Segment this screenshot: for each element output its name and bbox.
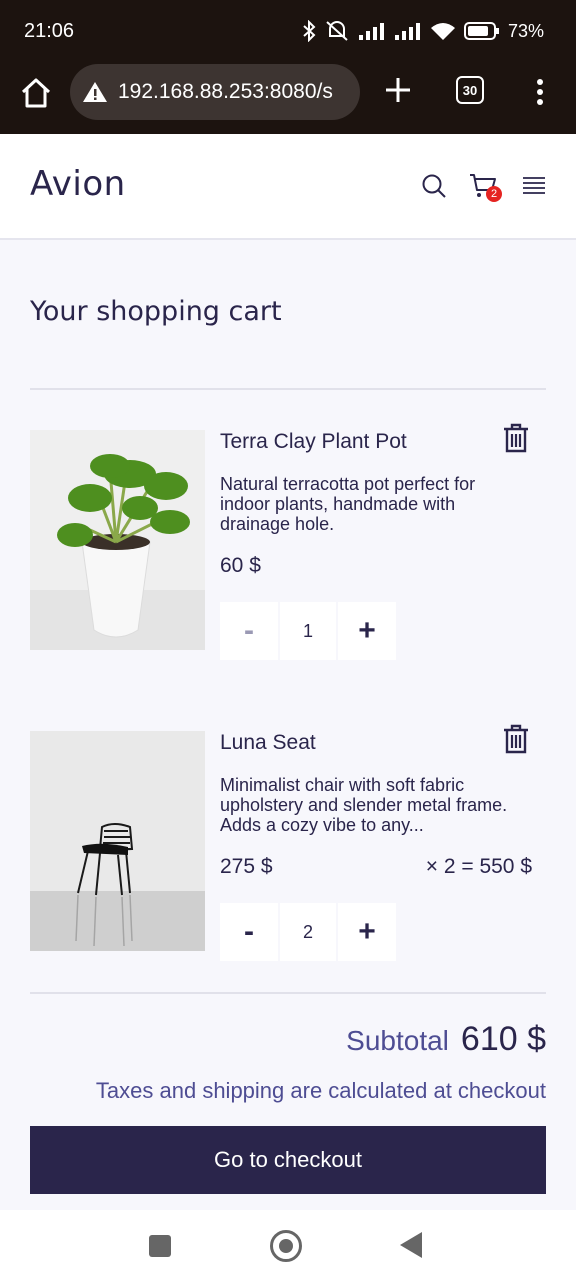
tab-switcher-button[interactable]: 30 — [456, 76, 484, 104]
subtotal-row: Subtotal 610 $ — [346, 1020, 546, 1059]
browser-toolbar: 192.168.88.253:8080/s 30 — [0, 64, 576, 134]
battery-icon — [463, 22, 499, 40]
subtotal-value: 610 $ — [460, 1020, 546, 1058]
bluetooth-icon — [303, 20, 316, 42]
tax-note: Taxes and shipping are calculated at che… — [95, 1078, 546, 1103]
product-price: 60 $ — [220, 554, 261, 577]
product-name[interactable]: Terra Clay Plant Pot — [220, 430, 407, 454]
hamburger-menu-icon[interactable] — [520, 172, 548, 200]
cart-item: Luna Seat Minimalist chair with soft fab… — [30, 724, 546, 961]
quantity-value[interactable]: 2 — [280, 903, 336, 961]
decrease-quantity-button[interactable]: - — [220, 602, 278, 660]
product-image-chair[interactable] — [30, 731, 205, 951]
product-image-plant-pot[interactable] — [30, 430, 205, 650]
url-text: 192.168.88.253:8080/s — [118, 80, 333, 103]
checkout-button[interactable]: Go to checkout — [30, 1126, 546, 1194]
cart-count-badge: 2 — [486, 186, 502, 202]
product-name[interactable]: Luna Seat — [220, 731, 316, 755]
signal-icon-2 — [394, 23, 420, 40]
new-tab-icon[interactable] — [380, 72, 416, 108]
page-title: Your shopping cart — [30, 296, 282, 327]
status-time: 21:06 — [24, 20, 75, 42]
subtotal-label: Subtotal — [346, 1025, 449, 1056]
home-nav-icon[interactable] — [270, 1230, 302, 1262]
recent-apps-icon[interactable] — [149, 1235, 171, 1257]
battery-percent: 73% — [507, 20, 544, 41]
decrease-quantity-button[interactable]: - — [220, 903, 278, 961]
product-description: Natural terracotta pot perfect for indoo… — [220, 474, 476, 534]
wifi-icon — [430, 23, 455, 40]
mute-icon — [326, 21, 348, 41]
home-icon[interactable] — [18, 75, 54, 111]
signal-icon — [358, 23, 384, 40]
cart-item: Terra Clay Plant Pot Natural terracotta … — [30, 423, 546, 660]
quantity-stepper: - 2 + — [220, 903, 396, 961]
status-icons: 73% — [302, 20, 544, 42]
divider-top — [30, 388, 546, 390]
more-menu-icon[interactable] — [528, 74, 552, 110]
divider-bottom — [30, 992, 546, 994]
search-icon[interactable] — [420, 172, 448, 200]
system-nav-bar — [0, 1210, 576, 1280]
increase-quantity-button[interactable]: + — [338, 602, 396, 660]
trash-icon[interactable] — [502, 422, 530, 454]
back-icon[interactable] — [400, 1232, 422, 1258]
quantity-stepper: - 1 + — [220, 602, 396, 660]
product-description: Minimalist chair with soft fabric uphols… — [220, 775, 508, 835]
increase-quantity-button[interactable]: + — [338, 903, 396, 961]
site-logo[interactable]: Avion — [30, 164, 126, 204]
line-total: × 2 = 550 $ — [425, 855, 532, 878]
address-bar[interactable]: 192.168.88.253:8080/s — [70, 64, 360, 120]
trash-icon[interactable] — [502, 723, 530, 755]
product-price: 275 $ — [220, 855, 273, 878]
warning-icon — [83, 82, 107, 102]
status-bar: 21:06 73% — [0, 0, 576, 64]
quantity-value[interactable]: 1 — [280, 602, 336, 660]
